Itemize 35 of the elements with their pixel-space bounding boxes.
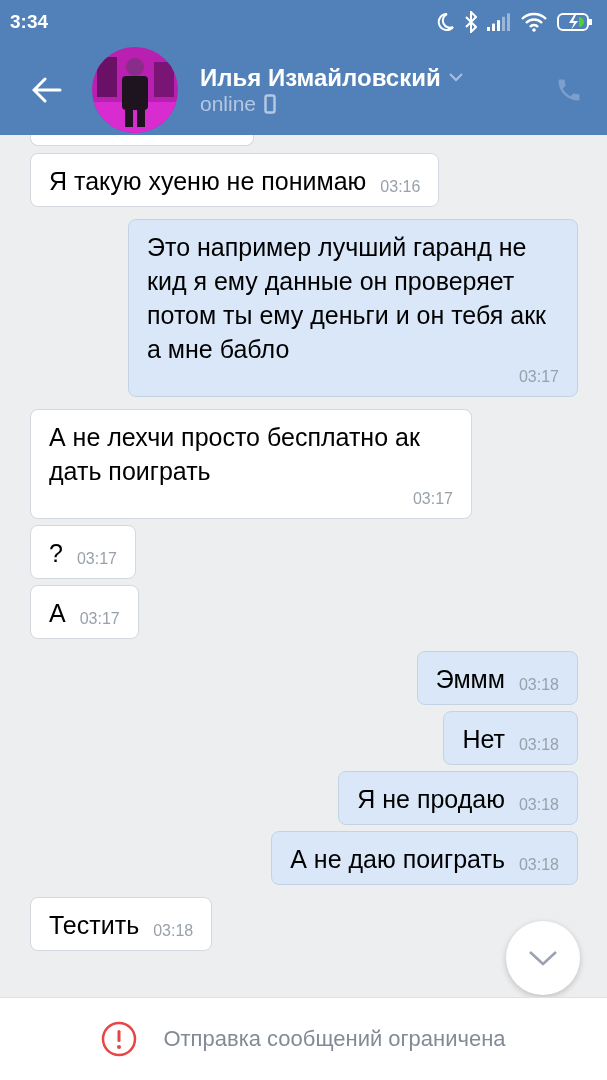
message-text: Я такую хуеню не понимаю (49, 166, 367, 197)
back-button[interactable] (32, 76, 62, 103)
message-time: 03:18 (152, 921, 194, 941)
signal-icon (487, 13, 511, 31)
message-time: 03:16 (379, 177, 421, 197)
warning-icon (101, 1021, 138, 1057)
message-text: Нет (462, 724, 505, 755)
message-time: 03:17 (75, 549, 117, 569)
phone-device-icon (264, 93, 277, 114)
chevron-down-icon[interactable] (448, 73, 463, 82)
message-time: 03:17 (78, 609, 120, 629)
restriction-notice: Отправка сообщений ограничена (163, 1026, 506, 1052)
message-text: А не даю поиграть (290, 844, 505, 875)
scroll-down-button[interactable] (506, 921, 580, 995)
message-time: 03:18 (517, 675, 559, 695)
message-text: ? (49, 538, 63, 569)
message-time: 03:18 (517, 855, 559, 875)
clock-time: 3:34 (10, 11, 49, 33)
message-time: 03:18 (517, 735, 559, 755)
message-text: Тестить (49, 910, 140, 941)
online-status: online (200, 91, 257, 116)
contact-name[interactable]: Илья Измайловский (200, 63, 441, 92)
bluetooth-icon (465, 11, 477, 33)
message-text: Это например лучший гаранд не кид я ему данные он проверяет потом ты ему деньги и он тебя акк а мне бабло (147, 232, 548, 365)
message-text: А (49, 598, 66, 629)
chevron-down-icon (528, 950, 558, 966)
message-text: Эммм (435, 664, 505, 695)
wifi-icon (521, 12, 547, 32)
message-time: 03:17 (411, 489, 453, 509)
message-time: 03:18 (517, 795, 559, 815)
battery-icon (557, 12, 593, 32)
moon-icon (435, 12, 455, 32)
message-text: А не лехчи просто бесплатно ак дать поиграть (49, 422, 421, 487)
message-text: Я не продаю (357, 784, 505, 815)
message-time: 03:17 (517, 367, 559, 387)
